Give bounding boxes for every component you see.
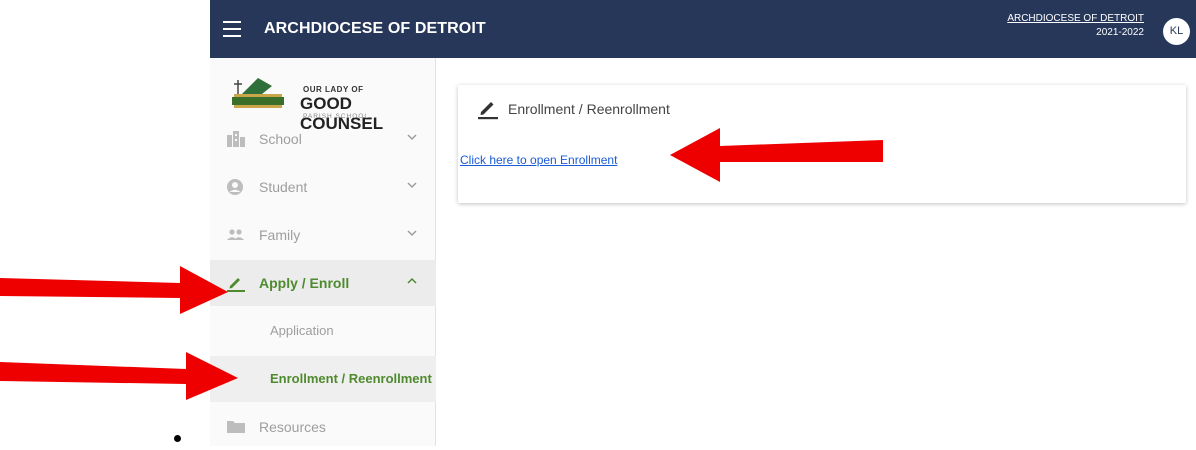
chevron-down-icon bbox=[407, 134, 417, 141]
crusaders-crest-icon bbox=[232, 78, 284, 108]
sidebar: OUR LADY OF GOOD COUNSEL PARISH SCHOOL S… bbox=[210, 58, 436, 446]
org-info: ARCHDIOCESE OF DETROIT 2021-2022 bbox=[1007, 12, 1144, 40]
annotation-arrow-enrollment bbox=[0, 352, 238, 400]
chevron-up-icon bbox=[407, 277, 417, 284]
people-icon bbox=[227, 229, 244, 240]
sidebar-item-apply-enroll[interactable]: Apply / Enroll bbox=[210, 260, 436, 306]
org-name-link[interactable]: ARCHDIOCESE OF DETROIT bbox=[1007, 12, 1144, 26]
open-enrollment-link[interactable]: Click here to open Enrollment bbox=[460, 153, 617, 167]
app-title: ARCHDIOCESE OF DETROIT bbox=[264, 20, 486, 37]
card-title: Enrollment / Reenrollment bbox=[508, 101, 670, 117]
sidebar-subitem-enrollment[interactable]: Enrollment / Reenrollment bbox=[210, 356, 436, 402]
sidebar-item-label: Family bbox=[259, 227, 301, 243]
annotation-arrow-apply-enroll bbox=[0, 266, 228, 314]
top-app-bar: ARCHDIOCESE OF DETROIT ARCHDIOCESE OF DE… bbox=[210, 0, 1196, 58]
sidebar-item-label: Apply / Enroll bbox=[259, 275, 350, 291]
sidebar-item-resources[interactable]: Resources bbox=[210, 404, 436, 450]
sidebar-item-student[interactable]: Student bbox=[210, 164, 436, 210]
sidebar-item-family[interactable]: Family bbox=[210, 212, 436, 258]
pencil-icon bbox=[478, 102, 498, 120]
user-avatar[interactable]: KL bbox=[1163, 18, 1190, 45]
sidebar-item-label: School bbox=[259, 131, 302, 147]
folder-icon bbox=[227, 421, 245, 433]
chevron-down-icon bbox=[407, 182, 417, 189]
school-year: 2021-2022 bbox=[1096, 27, 1144, 38]
bullet-dot bbox=[174, 435, 181, 442]
logo-line-1: OUR LADY OF bbox=[303, 85, 364, 94]
account-circle-icon bbox=[227, 179, 243, 195]
chevron-down-icon bbox=[407, 230, 417, 237]
building-icon bbox=[227, 131, 245, 147]
sidebar-subitem-label: Enrollment / Reenrollment bbox=[270, 371, 432, 386]
school-logo: OUR LADY OF GOOD COUNSEL PARISH SCHOOL bbox=[228, 72, 428, 133]
sidebar-item-label: Resources bbox=[259, 419, 326, 435]
annotation-arrow-link bbox=[670, 128, 883, 182]
hamburger-menu-icon[interactable] bbox=[223, 21, 241, 37]
sidebar-item-label: Student bbox=[259, 179, 308, 195]
sidebar-item-school[interactable]: School bbox=[210, 116, 436, 162]
sidebar-subitem-label: Application bbox=[270, 323, 334, 338]
sidebar-subitem-application[interactable]: Application bbox=[210, 308, 436, 354]
